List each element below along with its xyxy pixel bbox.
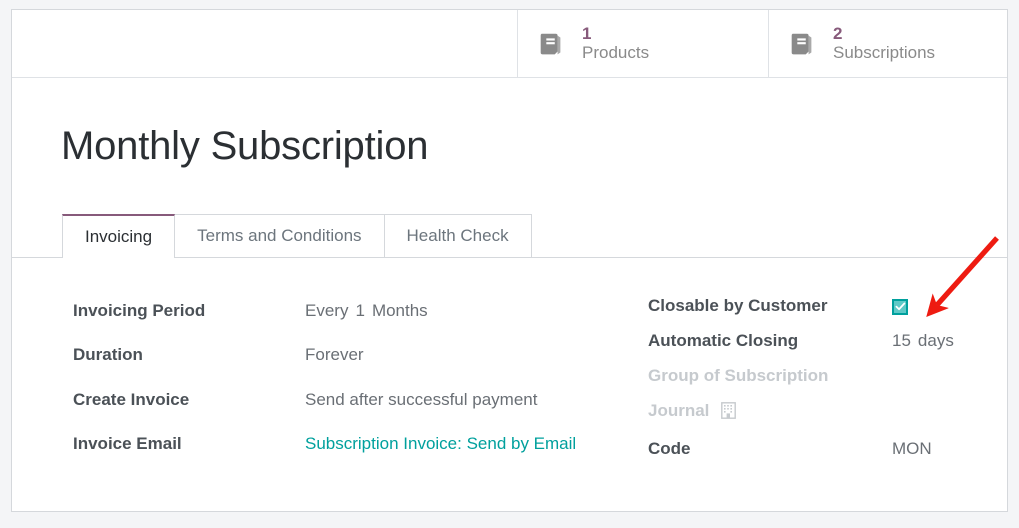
field-journal: Journal — [648, 401, 954, 439]
stat-button-products-label: Products — [582, 43, 650, 62]
invoicing-period-unit: Months — [371, 300, 428, 320]
field-group-of-subscription-label: Group of Subscription — [648, 366, 829, 385]
book-icon — [534, 27, 568, 61]
field-invoice-email-label: Invoice Email — [73, 434, 182, 454]
field-invoice-email: Invoice Email Subscription Invoice: Send… — [73, 430, 593, 475]
building-icon — [721, 402, 737, 424]
field-closable-by-customer: Closable by Customer — [648, 296, 954, 331]
field-journal-label-text: Journal — [648, 401, 710, 420]
book-icon — [785, 27, 819, 61]
field-group-of-subscription-value[interactable] — [892, 366, 954, 401]
tab-terms-and-conditions[interactable]: Terms and Conditions — [174, 214, 385, 257]
tab-terms-and-conditions-label: Terms and Conditions — [197, 226, 362, 245]
field-create-invoice: Create Invoice Send after successful pay… — [73, 385, 593, 430]
tab-health-check-label: Health Check — [406, 226, 509, 245]
notebook-tab-bar: Invoicing Terms and Conditions Health Ch… — [12, 214, 1007, 258]
invoicing-period-interval: 1 — [355, 300, 365, 320]
field-duration-value[interactable]: Forever — [305, 341, 593, 386]
field-code-label: Code — [648, 439, 691, 458]
form-group-left: Invoicing Period Every 1 Months Duration F… — [73, 296, 593, 474]
stat-button-products-text: 1 Products — [582, 23, 650, 63]
field-closable-by-customer-value — [892, 296, 954, 331]
form-header-stat-buttons: 1 Products 2 Subscriptions — [12, 10, 1007, 78]
stat-button-subscriptions-value: 2 — [833, 23, 843, 43]
automatic-closing-unit: days — [917, 331, 954, 350]
record-form-card: 1 Products 2 Subscriptions Monthly Subsc… — [11, 9, 1008, 512]
field-duration-label: Duration — [73, 345, 143, 365]
stat-button-products-value: 1 — [582, 23, 592, 43]
stat-button-products[interactable]: 1 Products — [517, 10, 768, 77]
field-code-value[interactable]: MON — [892, 439, 954, 474]
stat-button-subscriptions-label: Subscriptions — [833, 43, 936, 62]
page-title: Monthly Subscription — [61, 124, 429, 168]
field-duration: Duration Forever — [73, 341, 593, 386]
form-sheet-body: Monthly Subscription Invoicing Terms and… — [12, 78, 1007, 474]
form-fields-container: Invoicing Period Every 1 Months Duration F… — [12, 258, 1007, 474]
field-invoicing-period-value[interactable]: Every 1 Months — [305, 296, 593, 341]
automatic-closing-number: 15 — [892, 331, 911, 350]
field-journal-label: Journal — [648, 401, 892, 439]
field-journal-value[interactable] — [892, 401, 954, 439]
field-invoicing-period: Invoicing Period Every 1 Months — [73, 296, 593, 341]
field-code: Code MON — [648, 439, 954, 474]
field-group-of-subscription: Group of Subscription — [648, 366, 954, 401]
field-create-invoice-label: Create Invoice — [73, 389, 190, 409]
form-group-right: Closable by Customer Automatic Closing 1… — [648, 296, 954, 474]
invoicing-period-recurring-rule: Every — [305, 300, 349, 320]
field-create-invoice-value[interactable]: Send after successful payment — [305, 385, 593, 430]
field-closable-by-customer-label: Closable by Customer — [648, 296, 828, 315]
closable-by-customer-checkbox[interactable] — [892, 298, 908, 315]
field-automatic-closing-label: Automatic Closing — [648, 331, 799, 350]
field-invoicing-period-label: Invoicing Period — [73, 300, 206, 320]
stat-button-subscriptions-text: 2 Subscriptions — [833, 23, 936, 63]
field-automatic-closing: Automatic Closing 15 days — [648, 331, 954, 366]
tab-invoicing-label: Invoicing — [85, 227, 153, 246]
stat-button-subscriptions[interactable]: 2 Subscriptions — [768, 10, 1007, 77]
field-invoice-email-value[interactable]: Subscription Invoice: Send by Email — [305, 430, 593, 475]
tab-health-check[interactable]: Health Check — [383, 214, 532, 257]
tab-invoicing[interactable]: Invoicing — [62, 214, 176, 258]
field-automatic-closing-value[interactable]: 15 days — [892, 331, 954, 366]
